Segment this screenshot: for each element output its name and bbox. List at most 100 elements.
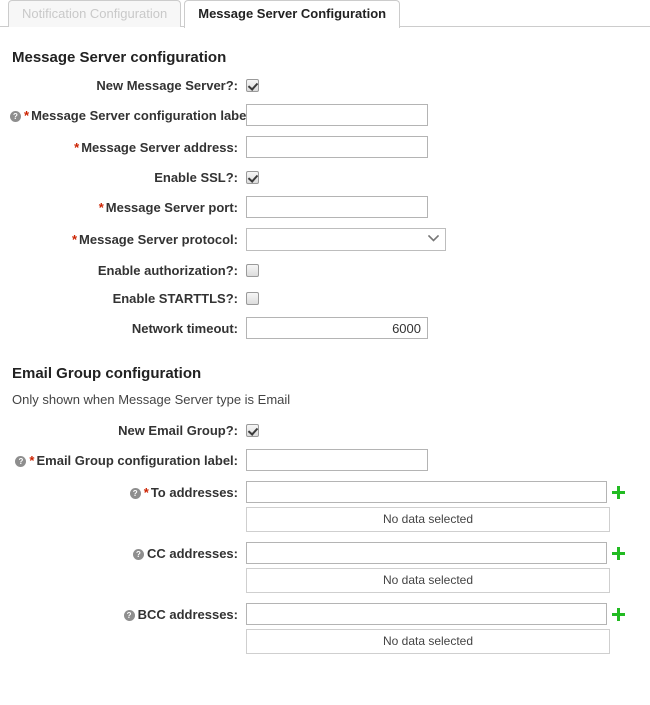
- field-email-group-label: [246, 449, 640, 471]
- label-protocol: * Message Server protocol:: [10, 228, 246, 248]
- field-row-protocol: * Message Server protocol:: [10, 228, 640, 251]
- required-asterisk: *: [24, 108, 30, 123]
- field-row-address: * Message Server address:: [10, 136, 640, 158]
- field-row-new-email-group: New Email Group?:: [10, 421, 640, 439]
- field-new-email-group: [246, 421, 640, 437]
- message-server-section-title: Message Server configuration: [12, 49, 227, 66]
- address-widget-to: No data selected: [246, 481, 626, 532]
- add-plus-icon[interactable]: [611, 546, 626, 561]
- field-enable-starttls: [246, 289, 640, 305]
- label-text: Email Group configuration label:: [36, 453, 238, 468]
- field-row-to-addresses: ? * To addresses: No data selected: [10, 481, 640, 532]
- field-row-enable-starttls: Enable STARTTLS?:: [10, 289, 640, 307]
- email-group-section-note: Only shown when Message Server type is E…: [12, 392, 291, 407]
- add-plus-icon[interactable]: [611, 607, 626, 622]
- label-new-message-server: New Message Server?:: [10, 76, 246, 94]
- bcc-addresses-empty-message: No data selected: [246, 629, 610, 654]
- to-addresses-empty-message: No data selected: [246, 507, 610, 532]
- address-widget-bcc: No data selected: [246, 603, 626, 654]
- label-enable-authorization: Enable authorization?:: [10, 261, 246, 279]
- label-config-label: ? * Message Server configuration label:: [10, 104, 254, 124]
- add-plus-glyph: [612, 607, 625, 621]
- label-network-timeout: Network timeout:: [10, 317, 246, 337]
- field-address: [246, 136, 640, 158]
- label-text: CC addresses:: [146, 546, 238, 561]
- required-asterisk: *: [143, 485, 149, 500]
- label-enable-starttls: Enable STARTTLS?:: [10, 289, 246, 307]
- required-asterisk: *: [29, 453, 35, 468]
- chevron-down-glyph: [427, 234, 440, 242]
- input-bcc-addresses[interactable]: [246, 603, 607, 625]
- address-input-row: [246, 481, 626, 503]
- label-bcc-addresses: ? BCC addresses:: [10, 603, 246, 623]
- input-email-group-config-label[interactable]: [246, 449, 428, 471]
- label-text: Message Server address:: [81, 140, 238, 155]
- label-port: * Message Server port:: [10, 196, 246, 216]
- label-text: New Message Server?:: [96, 78, 238, 93]
- tab-list: Notification Configuration Message Serve…: [8, 0, 403, 28]
- form-content: Message Server configuration New Message…: [0, 49, 650, 654]
- label-text: Enable SSL?:: [154, 170, 238, 185]
- label-text: Enable STARTTLS?:: [112, 291, 238, 306]
- label-new-email-group: New Email Group?:: [10, 421, 246, 439]
- cc-addresses-empty-message: No data selected: [246, 568, 610, 593]
- field-cc-addresses: No data selected: [246, 542, 640, 593]
- tab-bar: Notification Configuration Message Serve…: [0, 0, 650, 28]
- help-icon[interactable]: ?: [123, 610, 135, 621]
- field-row-cc-addresses: ? CC addresses: No data selected: [10, 542, 640, 593]
- field-network-timeout: [246, 317, 640, 339]
- field-row-port: * Message Server port:: [10, 196, 640, 218]
- field-enable-authorization: [246, 261, 640, 277]
- address-input-row: [246, 542, 626, 564]
- field-row-email-group-label: ? * Email Group configuration label:: [10, 449, 640, 471]
- field-row-config-label: ? * Message Server configuration label:: [10, 104, 640, 126]
- help-icon[interactable]: ?: [15, 456, 27, 467]
- field-protocol: [246, 228, 640, 251]
- add-plus-glyph: [612, 485, 625, 499]
- field-bcc-addresses: No data selected: [246, 603, 640, 654]
- field-config-label: [246, 104, 640, 126]
- field-to-addresses: No data selected: [246, 481, 640, 532]
- input-message-server-address[interactable]: [246, 136, 428, 158]
- label-text: Enable authorization?:: [97, 263, 238, 278]
- required-asterisk: *: [71, 232, 78, 247]
- tab-notification-configuration[interactable]: Notification Configuration: [8, 0, 182, 27]
- field-port: [246, 196, 640, 218]
- tab-message-server-configuration[interactable]: Message Server Configuration: [184, 0, 401, 28]
- checkbox-enable-ssl[interactable]: [246, 171, 259, 184]
- field-row-enable-ssl: Enable SSL?:: [10, 168, 640, 186]
- checkbox-enable-starttls[interactable]: [246, 292, 259, 305]
- required-asterisk: *: [74, 140, 80, 155]
- label-email-group-label: ? * Email Group configuration label:: [10, 449, 246, 469]
- label-text: Message Server configuration label:: [31, 108, 255, 123]
- input-cc-addresses[interactable]: [246, 542, 607, 564]
- add-plus-glyph: [612, 546, 625, 560]
- add-plus-icon[interactable]: [611, 485, 626, 500]
- field-row-bcc-addresses: ? BCC addresses: No data selected: [10, 603, 640, 654]
- input-message-server-port[interactable]: [246, 196, 428, 218]
- label-to-addresses: ? * To addresses:: [10, 481, 246, 501]
- field-row-new-message-server: New Message Server?:: [10, 76, 640, 94]
- checkbox-enable-authorization[interactable]: [246, 264, 259, 277]
- chevron-down-icon: [427, 234, 440, 245]
- address-widget-cc: No data selected: [246, 542, 626, 593]
- label-text: Message Server port:: [105, 200, 238, 215]
- label-text: To addresses:: [150, 485, 238, 500]
- address-input-row: [246, 603, 626, 625]
- input-to-addresses[interactable]: [246, 481, 607, 503]
- help-icon[interactable]: ?: [10, 111, 21, 122]
- field-new-message-server: [246, 76, 640, 92]
- label-cc-addresses: ? CC addresses:: [10, 542, 246, 562]
- label-text: BCC addresses:: [137, 607, 238, 622]
- checkbox-new-email-group[interactable]: [246, 424, 259, 437]
- label-enable-ssl: Enable SSL?:: [10, 168, 246, 186]
- field-row-enable-authorization: Enable authorization?:: [10, 261, 640, 279]
- label-text: Message Server protocol:: [79, 232, 238, 247]
- label-text: New Email Group?:: [118, 423, 238, 438]
- help-icon[interactable]: ?: [132, 549, 144, 560]
- input-network-timeout[interactable]: [246, 317, 428, 339]
- help-icon[interactable]: ?: [129, 488, 141, 499]
- checkbox-new-message-server[interactable]: [246, 79, 259, 92]
- input-message-server-config-label[interactable]: [246, 104, 428, 126]
- select-message-server-protocol[interactable]: [246, 228, 446, 251]
